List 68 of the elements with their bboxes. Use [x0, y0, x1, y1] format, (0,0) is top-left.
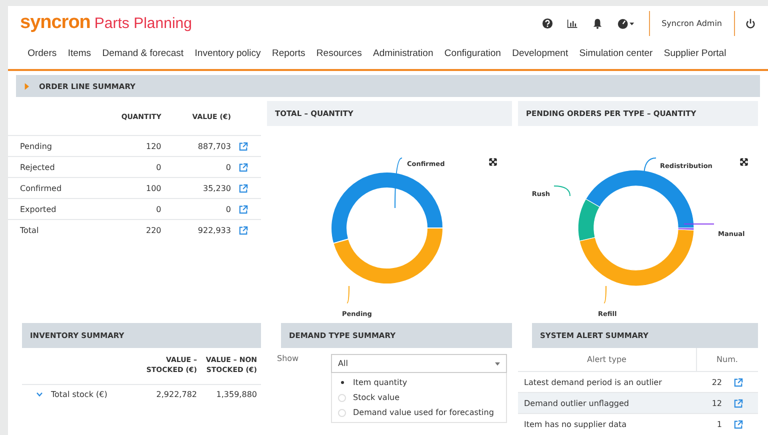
external-link-icon[interactable]: [239, 142, 248, 150]
value-cell: 0: [165, 198, 235, 220]
radio-button[interactable]: [338, 394, 346, 402]
nav-link[interactable]: Resources: [310, 44, 368, 63]
value-cell: 0: [165, 156, 235, 178]
radio-option[interactable]: Item quantity: [332, 375, 506, 390]
row-label: Total stock (€): [51, 390, 108, 400]
option-label: Demand value used for forecasting: [353, 408, 494, 417]
nav-link[interactable]: Configuration: [438, 44, 507, 63]
alert-row[interactable]: Demand outlier unflagged 12: [518, 392, 758, 414]
radio-option[interactable]: Demand value used for forecasting: [332, 405, 506, 420]
option-label: Stock value: [353, 393, 400, 402]
expand-arrow-icon[interactable]: [24, 82, 29, 90]
product-name: Parts Planning: [94, 15, 192, 32]
value-cell: 35,230: [165, 178, 235, 198]
external-link-icon[interactable]: [734, 378, 743, 386]
bell-icon[interactable]: [592, 18, 603, 28]
expand-icon[interactable]: [489, 158, 497, 166]
external-link-icon[interactable]: [239, 226, 248, 234]
expand-icon[interactable]: [740, 158, 748, 166]
chevron-icon[interactable]: [36, 392, 43, 398]
value-cell: 922,933: [165, 220, 235, 240]
show-dropdown[interactable]: All: [331, 354, 507, 373]
alert-row[interactable]: Item has no supplier data 1: [518, 414, 758, 434]
nav-link[interactable]: Demand & forecast: [96, 44, 190, 63]
nav-link[interactable]: Items: [62, 44, 97, 63]
dashboard-icon[interactable]: [616, 18, 635, 28]
user-name[interactable]: Syncron Admin: [648, 10, 735, 36]
power-icon[interactable]: [745, 18, 756, 28]
leader-line: [604, 286, 606, 304]
external-link-icon[interactable]: [239, 204, 248, 214]
leader-line: [554, 186, 570, 196]
row-label: Rejected: [8, 156, 94, 178]
external-link-icon[interactable]: [734, 420, 743, 428]
nav-link[interactable]: Simulation center: [574, 44, 658, 63]
leader-line: [394, 158, 402, 208]
value-cell: 1,359,880: [201, 384, 261, 405]
brand-logo: syncron: [20, 12, 90, 34]
quantity-cell: 120: [94, 136, 166, 156]
option-label: Item quantity: [353, 378, 408, 387]
row-label: Exported: [8, 198, 94, 220]
nav-link[interactable]: Reports: [266, 44, 311, 63]
external-link-icon[interactable]: [239, 162, 248, 172]
row-label: Confirmed: [8, 178, 94, 198]
quantity-cell: 100: [94, 178, 166, 198]
nav-link[interactable]: Administration: [367, 44, 439, 63]
radio-option[interactable]: Stock value: [332, 390, 506, 405]
nav-link[interactable]: Supplier Portal: [658, 44, 732, 63]
leader-line: [346, 286, 350, 304]
nav-link[interactable]: Orders: [22, 44, 62, 63]
bar-chart-icon[interactable]: [566, 18, 578, 28]
quantity-cell: 0: [94, 198, 166, 220]
column-header: Num.: [696, 348, 758, 372]
value-cell: 887,703: [165, 136, 235, 156]
radio-button[interactable]: [338, 408, 346, 416]
nav-link[interactable]: Inventory policy: [189, 44, 266, 63]
quantity-cell: 220: [94, 220, 166, 240]
caret-icon: [495, 362, 500, 366]
quantity-cell: 0: [94, 156, 166, 178]
row-label: Total: [8, 220, 94, 240]
field-label: Show: [277, 354, 300, 365]
external-link-icon[interactable]: [734, 398, 743, 408]
nav-link[interactable]: Development: [506, 44, 574, 63]
external-link-icon[interactable]: [239, 184, 248, 192]
column-header: Alert type: [518, 348, 696, 372]
value-cell: 2,922,782: [141, 384, 201, 405]
row-label: Pending: [8, 136, 94, 156]
help-icon[interactable]: [542, 18, 553, 28]
